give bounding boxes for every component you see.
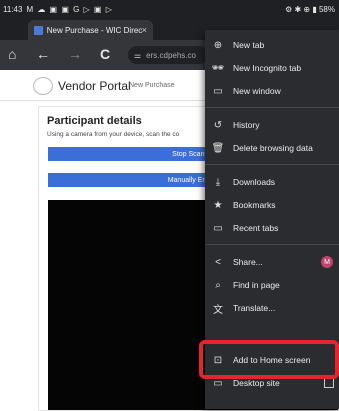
menu-item-label: Recent tabs [233, 223, 279, 233]
clock: 11:43 [3, 4, 23, 14]
portal-logo-icon [33, 77, 53, 95]
highlight-box [199, 340, 339, 379]
address-bar[interactable]: ⚌ ers.cdpehs.co [128, 46, 208, 64]
tab-title: New Purchase - WIC Direct V [46, 25, 142, 35]
new-tab-icon: ⊕ [213, 39, 223, 51]
menu-item-label: Desktop site [233, 378, 280, 388]
menu-item-new-incognito-tab[interactable]: 🕶 New Incognito tab [205, 58, 339, 78]
download-icon: ⤓ [215, 176, 221, 188]
menu-item-find-in-page[interactable]: ⌕ Find in page [205, 275, 339, 295]
menu-item-bookmarks[interactable]: ★ Bookmarks [205, 195, 339, 215]
status-bar: 11:43 M ☁ ▣ ▣ G ▷ ▣ ▷ ⚙ ✱ ⊕ ▮ 58% [0, 0, 339, 18]
menu-item-recent-tabs[interactable]: ▭ Recent tabs [205, 218, 339, 238]
menu-item-label: Delete browsing data [233, 143, 313, 153]
desktop-icon: ▭ [213, 377, 223, 389]
browser-tab[interactable]: New Purchase - WIC Direct V × [28, 20, 153, 40]
find-icon: ⌕ [215, 279, 221, 291]
system-icons: ⚙ ✱ ⊕ ▮ 58% [285, 4, 335, 14]
menu-item-new-tab[interactable]: ⊕ New tab [205, 35, 339, 55]
menu-item-label: New tab [233, 40, 265, 50]
history-icon: ↺ [213, 119, 223, 131]
menu-divider [205, 107, 339, 108]
desktop-site-checkbox[interactable] [324, 378, 334, 388]
menu-item-label: History [233, 120, 260, 130]
trash-icon: 🗑 [211, 142, 225, 154]
incognito-icon: 🕶 [211, 62, 225, 74]
recent-tabs-icon: ▭ [213, 222, 223, 234]
menu-item-label: New window [233, 86, 281, 96]
menu-item-delete-browsing-data[interactable]: 🗑 Delete browsing data [205, 138, 339, 158]
menu-item-label: Downloads [233, 177, 276, 187]
site-settings-icon[interactable]: ⚌ [134, 51, 141, 60]
translate-icon: 文 [213, 304, 223, 316]
menu-item-label: Translate... [233, 303, 276, 313]
menu-item-downloads[interactable]: ⤓ Downloads [205, 172, 339, 192]
menu-item-label: Share... [233, 257, 263, 267]
section-title: Participant details [47, 115, 142, 127]
home-icon[interactable]: ⌂ [8, 46, 16, 62]
portal-title[interactable]: Vendor Portal [58, 79, 131, 93]
menu-item-new-window[interactable]: ▭ New window [205, 81, 339, 101]
menu-divider [205, 244, 339, 245]
reload-icon[interactable]: C [100, 46, 110, 62]
menu-item-share[interactable]: < Share... M [205, 252, 339, 272]
menu-item-label: Find in page [233, 280, 280, 290]
menu-divider [205, 164, 339, 165]
share-icon: < [215, 256, 221, 268]
menu-item-label: New Incognito tab [233, 63, 302, 73]
notification-icons: M ☁ ▣ ▣ G ▷ ▣ ▷ [26, 4, 113, 14]
instructions-text: Using a camera from your device, scan th… [47, 131, 180, 138]
url-text: ers.cdpehs.co [146, 50, 196, 60]
new-window-icon: ▭ [213, 85, 223, 97]
gmail-icon[interactable]: M [321, 256, 333, 268]
menu-item-translate[interactable]: 文 Translate... [205, 298, 339, 318]
menu-item-label: Bookmarks [233, 200, 276, 210]
menu-item-history[interactable]: ↺ History [205, 115, 339, 135]
close-tab-icon[interactable]: × [142, 25, 147, 35]
favicon-icon [34, 25, 43, 35]
forward-icon[interactable]: → [68, 46, 82, 62]
star-icon: ★ [213, 199, 223, 211]
back-icon[interactable]: ← [36, 46, 50, 62]
breadcrumb[interactable]: New Purchase [129, 82, 175, 89]
